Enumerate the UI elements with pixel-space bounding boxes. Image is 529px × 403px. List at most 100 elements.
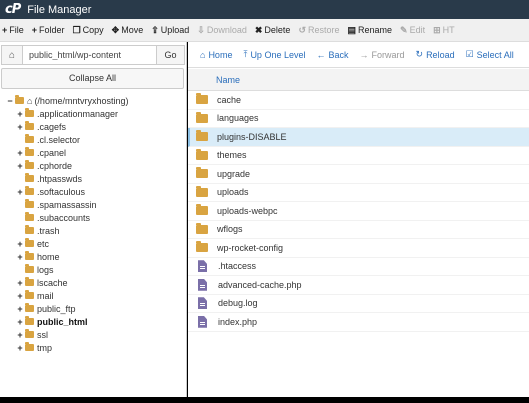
toolbar-restore-button[interactable]: ↺ Restore bbox=[298, 25, 339, 36]
tree-item[interactable]: logs bbox=[0, 263, 187, 276]
file-name: .htaccess bbox=[218, 261, 257, 272]
tree-item[interactable]: + .cpanel bbox=[0, 146, 187, 159]
expand-icon[interactable]: + bbox=[16, 291, 24, 301]
expand-icon[interactable]: + bbox=[16, 304, 24, 314]
toolbar-file-button[interactable]: + File bbox=[2, 25, 24, 35]
expand-icon[interactable]: + bbox=[16, 239, 24, 249]
toolbar-delete-button[interactable]: ✖ Delete bbox=[255, 25, 291, 36]
tree-item[interactable]: + .applicationmanager bbox=[0, 107, 187, 120]
tree-item[interactable]: .spamassassin bbox=[0, 198, 187, 211]
home-button[interactable]: ⌂ Home bbox=[200, 50, 232, 60]
tree-item-label: .cpanel bbox=[37, 147, 67, 158]
file-row[interactable]: plugins-DISABLE bbox=[188, 128, 529, 147]
toolbar-move-button[interactable]: ✥ Move bbox=[112, 25, 144, 36]
file-name: wp-rocket-config bbox=[217, 242, 284, 253]
file-row[interactable]: uploads-webpc bbox=[188, 202, 529, 221]
folder-icon bbox=[25, 212, 34, 221]
toolbar-label: Folder bbox=[39, 25, 65, 35]
file-row[interactable]: wflogs bbox=[188, 221, 529, 239]
file-row[interactable]: upgrade bbox=[188, 165, 529, 184]
file-name: advanced-cache.php bbox=[218, 279, 302, 290]
expand-icon[interactable]: + bbox=[16, 343, 24, 353]
expand-icon[interactable]: + bbox=[16, 109, 24, 119]
tree-item[interactable]: + ssl bbox=[0, 328, 187, 341]
file-row[interactable]: advanced-cache.php bbox=[188, 276, 529, 295]
tree-item[interactable]: + public_ftp bbox=[0, 302, 187, 315]
rename-icon: ▤ bbox=[347, 24, 357, 35]
tree-item[interactable]: .cl.selector bbox=[0, 133, 187, 146]
tree-item[interactable]: .subaccounts bbox=[0, 211, 187, 224]
toolbar-ht-button[interactable]: ⊞ HT bbox=[433, 25, 455, 36]
toolbar-download-button[interactable]: ⇩ Download bbox=[197, 25, 247, 36]
folder-icon bbox=[196, 185, 208, 197]
home-icon[interactable]: ⌂ bbox=[1, 45, 23, 65]
toolbar-label: HT bbox=[442, 25, 455, 35]
tree-item[interactable]: + home bbox=[0, 250, 187, 263]
file-row[interactable]: .htaccess bbox=[188, 258, 529, 276]
nav-label: Home bbox=[208, 49, 233, 60]
navigation-bar: ⌂ Home ⤒ Up One Level ← Back → Forward ↻ Reload ☑ S… bbox=[188, 42, 529, 68]
folder-icon bbox=[25, 108, 34, 117]
tree-item[interactable]: + lscache bbox=[0, 276, 187, 289]
path-input[interactable] bbox=[23, 45, 157, 65]
tree-item-label: .cphorde bbox=[37, 160, 73, 171]
tree-item-label: (/home/mntvryxhosting) bbox=[34, 95, 129, 106]
folder-icon bbox=[25, 329, 34, 338]
up-one-level-button[interactable]: ⤒ Up One Level bbox=[243, 49, 305, 60]
tree-item-label: home bbox=[37, 251, 60, 262]
expand-icon[interactable]: + bbox=[16, 252, 24, 262]
toolbar-folder-button[interactable]: + Folder bbox=[32, 25, 65, 35]
expand-icon[interactable]: + bbox=[16, 330, 24, 340]
folder-icon bbox=[25, 290, 34, 299]
file-row[interactable]: debug.log bbox=[188, 295, 529, 313]
expand-icon[interactable]: + bbox=[16, 122, 24, 132]
folder-icon bbox=[25, 303, 34, 312]
expand-icon[interactable]: + bbox=[16, 317, 24, 327]
back-button[interactable]: ← Back bbox=[316, 50, 348, 60]
forward-button[interactable]: → Forward bbox=[360, 50, 405, 60]
folder-icon bbox=[25, 277, 34, 286]
tree-item[interactable]: − ⌂ (/home/mntvryxhosting) bbox=[0, 94, 187, 107]
toolbar-copy-button[interactable]: ❐ Copy bbox=[73, 25, 104, 36]
collapse-all-button[interactable]: Collapse All bbox=[1, 68, 184, 89]
tree-item[interactable]: .trash bbox=[0, 224, 187, 237]
file-name: wflogs bbox=[217, 224, 243, 235]
file-row[interactable]: wp-rocket-config bbox=[188, 239, 529, 258]
title-bar: cP File Manager bbox=[0, 0, 529, 19]
file-row[interactable]: languages bbox=[188, 110, 529, 128]
file-name: index.php bbox=[218, 316, 258, 327]
folder-icon bbox=[25, 160, 34, 169]
file-name: uploads-webpc bbox=[217, 205, 278, 216]
tree-item[interactable]: .htpasswds bbox=[0, 172, 187, 185]
file-row[interactable]: uploads bbox=[188, 184, 529, 202]
expand-icon[interactable]: + bbox=[16, 161, 24, 171]
tree-item-label: .applicationmanager bbox=[37, 108, 119, 119]
toolbar-edit-button[interactable]: ✎ Edit bbox=[400, 25, 425, 36]
collapse-icon[interactable]: − bbox=[6, 96, 14, 106]
toolbar-rename-button[interactable]: ▤ Rename bbox=[348, 25, 393, 36]
folder-icon bbox=[196, 241, 208, 253]
tree-item[interactable]: + public_html bbox=[0, 315, 187, 328]
folder-icon bbox=[196, 148, 208, 160]
copy-icon: ❐ bbox=[72, 24, 81, 35]
tree-item[interactable]: + .cagefs bbox=[0, 120, 187, 133]
expand-icon[interactable]: + bbox=[16, 187, 24, 197]
expand-icon[interactable]: + bbox=[16, 148, 24, 158]
tree-item[interactable]: + mail bbox=[0, 289, 187, 302]
select-all-button[interactable]: ☑ Select All bbox=[466, 49, 514, 60]
toolbar-upload-button[interactable]: ⇪ Upload bbox=[151, 25, 189, 36]
file-row[interactable]: cache bbox=[188, 91, 529, 110]
folder-icon bbox=[25, 251, 34, 260]
tree-item[interactable]: + .softaculous bbox=[0, 185, 187, 198]
go-button[interactable]: Go bbox=[157, 45, 185, 65]
expand-icon[interactable]: + bbox=[16, 278, 24, 288]
file-row[interactable]: themes bbox=[188, 147, 529, 165]
back-icon: ← bbox=[316, 49, 326, 60]
name-column-header[interactable]: Name bbox=[216, 75, 240, 85]
reload-button[interactable]: ↻ Reload bbox=[416, 49, 455, 60]
file-row[interactable]: index.php bbox=[188, 313, 529, 332]
up-one-level-icon: ⤒ bbox=[243, 49, 248, 59]
tree-item[interactable]: + etc bbox=[0, 237, 187, 250]
tree-item[interactable]: + tmp bbox=[0, 341, 187, 354]
tree-item[interactable]: + .cphorde bbox=[0, 159, 187, 172]
